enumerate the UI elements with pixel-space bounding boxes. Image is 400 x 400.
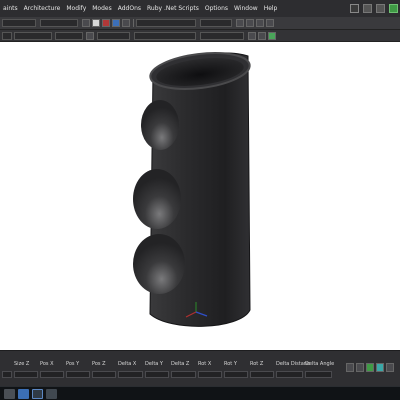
app-icon[interactable]: [18, 389, 29, 399]
toolbar2-field-2[interactable]: [14, 32, 52, 40]
field-delta-x[interactable]: [118, 371, 143, 378]
field-rot-x[interactable]: [198, 371, 222, 378]
toolbar-icon-3[interactable]: [122, 19, 130, 27]
label-delta-x: Delta X: [118, 361, 137, 367]
toolbar-row-2: [0, 30, 400, 42]
toolbar-icon-5[interactable]: [246, 19, 254, 27]
toolbar2-icon-1[interactable]: [86, 32, 94, 40]
model-canvas: [133, 52, 251, 327]
label-pos-x: Pos X: [40, 361, 54, 367]
attribute-labels: Size Z Pos X Pos Y Pos Z Delta X Delta Y…: [0, 361, 345, 370]
label-delta-angle: Delta Angle: [305, 361, 335, 367]
toolbar2-field-3[interactable]: [55, 32, 83, 40]
label-size-z: Size Z: [14, 361, 30, 367]
start-icon[interactable]: [4, 389, 15, 399]
toolbar2-field-6[interactable]: [200, 32, 244, 40]
status-icon-2[interactable]: [356, 363, 364, 372]
menu-item-architecture[interactable]: Architecture: [21, 0, 64, 17]
toolbar-row-1: [0, 17, 400, 30]
field-delta-angle[interactable]: [305, 371, 332, 378]
status-icon-1[interactable]: [346, 363, 354, 372]
field-delta-distance[interactable]: [276, 371, 303, 378]
attribute-bar: Size Z Pos X Pos Y Pos Z Delta X Delta Y…: [0, 350, 400, 386]
toolbar2-icon-2[interactable]: [248, 32, 256, 40]
grip-bump-1: [141, 100, 179, 150]
toolbar2-field-1[interactable]: [2, 32, 12, 40]
label-rot-x: Rot X: [198, 361, 212, 367]
pointer-icon[interactable]: [350, 4, 359, 13]
label-delta-y: Delta Y: [145, 361, 163, 367]
toolbar-icon-blue[interactable]: [112, 19, 120, 27]
folder-icon[interactable]: [32, 389, 43, 399]
app-window: aints Architecture Modify Modes AddOns R…: [0, 0, 400, 400]
toolbar-dropdown-1[interactable]: [2, 19, 36, 27]
menu-item-options[interactable]: Options: [202, 0, 231, 17]
label-rot-z: Rot Z: [250, 361, 264, 367]
toolbar-layer-select[interactable]: [136, 19, 196, 27]
field-rot-z[interactable]: [250, 371, 274, 378]
toolbar-icon-red[interactable]: [102, 19, 110, 27]
toolbar2-field-5[interactable]: [134, 32, 196, 40]
toolbar-icon-2[interactable]: [92, 19, 100, 27]
toolbar-icon-1[interactable]: [82, 19, 90, 27]
menu-item-modes[interactable]: Modes: [89, 0, 114, 17]
menu-item-help[interactable]: Help: [261, 0, 281, 17]
label-rot-y: Rot Y: [224, 361, 237, 367]
toolbar-separator: [133, 19, 134, 27]
field-pos-y[interactable]: [66, 371, 90, 378]
grid-icon[interactable]: [376, 4, 385, 13]
status-icon-green[interactable]: [366, 363, 374, 372]
status-icons: [346, 363, 400, 375]
toolbar-icon-7[interactable]: [266, 19, 274, 27]
window-icon[interactable]: [363, 4, 372, 13]
status-icon-3[interactable]: [386, 363, 394, 372]
toolbar2-field-4[interactable]: [97, 32, 130, 40]
status-icon-teal[interactable]: [376, 363, 384, 372]
field-size-z[interactable]: [14, 371, 38, 378]
green-cube-icon[interactable]: [389, 4, 398, 13]
attribute-fields: [0, 371, 345, 380]
toolbar-dropdown-3[interactable]: [200, 19, 232, 27]
menu-item-ruby-scripts[interactable]: Ruby .Net Scripts: [144, 0, 202, 17]
field-delta-y[interactable]: [145, 371, 169, 378]
grip-bump-2: [133, 169, 181, 229]
field-pos-z[interactable]: [92, 371, 116, 378]
toolbar-icon-6[interactable]: [256, 19, 264, 27]
mail-icon[interactable]: [46, 389, 57, 399]
field-delta-z[interactable]: [171, 371, 196, 378]
menu-item-addons[interactable]: AddOns: [115, 0, 144, 17]
toolbar2-icon-green[interactable]: [268, 32, 276, 40]
menu-item-paints[interactable]: aints: [0, 0, 21, 17]
menu-bar: aints Architecture Modify Modes AddOns R…: [0, 0, 400, 17]
toolbar-dropdown-2[interactable]: [40, 19, 78, 27]
field-rot-y[interactable]: [224, 371, 248, 378]
taskbar: [0, 386, 400, 400]
label-pos-z: Pos Z: [92, 361, 106, 367]
toolbar2-icon-3[interactable]: [258, 32, 266, 40]
viewport-3d[interactable]: [0, 42, 400, 350]
menu-item-window[interactable]: Window: [231, 0, 261, 17]
menu-item-modify[interactable]: Modify: [63, 0, 89, 17]
field-pos-x[interactable]: [40, 371, 64, 378]
label-pos-y: Pos Y: [66, 361, 80, 367]
label-delta-z: Delta Z: [171, 361, 190, 367]
field-0[interactable]: [2, 371, 12, 378]
toolbar-icon-4[interactable]: [236, 19, 244, 27]
grip-bump-3: [133, 234, 185, 294]
